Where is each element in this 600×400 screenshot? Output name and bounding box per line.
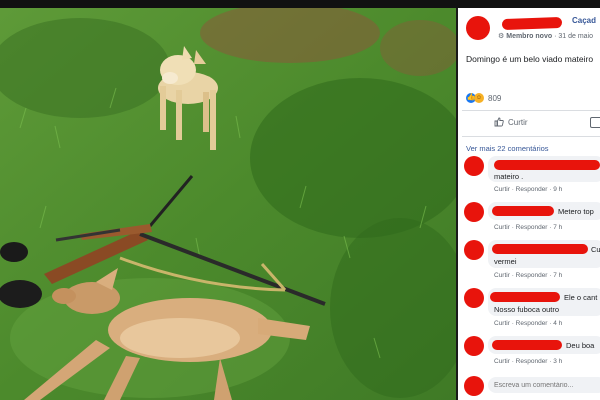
comment-time[interactable]: 7 h	[553, 224, 562, 231]
comment-text-line2: vermei	[494, 257, 517, 266]
comment-text: mateiro .	[494, 172, 524, 181]
comment-like-link[interactable]: Curtir	[494, 224, 510, 231]
comment-composer	[458, 372, 600, 398]
comment-actions: Curtir · Responder · 4 h	[494, 320, 563, 327]
comment-avatar[interactable]	[464, 202, 484, 222]
comment-avatar[interactable]	[464, 288, 484, 308]
comment-time[interactable]: 3 h	[553, 358, 562, 365]
comment-like-link[interactable]: Curtir	[494, 358, 510, 365]
author-avatar[interactable]	[466, 16, 490, 40]
comment-reply-link[interactable]: Responder	[516, 358, 548, 365]
divider	[462, 110, 600, 111]
redacted-commenter	[492, 340, 562, 350]
viewer-avatar	[464, 376, 484, 396]
redacted-commenter	[492, 206, 554, 216]
comment-actions: Curtir · Responder · 7 h	[494, 224, 563, 231]
member-badge: Membro novo	[506, 33, 553, 40]
comment-icon[interactable]	[590, 117, 600, 128]
redacted-author-name	[501, 16, 563, 31]
wow-reaction-icon: ☺	[474, 93, 484, 103]
comment-text: Cu	[591, 245, 600, 254]
group-name-link[interactable]: Caçad	[572, 16, 596, 25]
comment-text-line2: Nosso fuboca outro	[494, 305, 560, 314]
comment-time[interactable]: 7 h	[553, 272, 562, 279]
comment-text: Ele o cant	[564, 293, 598, 302]
comment-reply-link[interactable]: Responder	[516, 272, 548, 279]
thumbs-up-icon	[494, 117, 504, 127]
comment-text: Deu boa	[566, 341, 595, 350]
new-member-icon: ⚙	[498, 33, 505, 40]
comment-like-link[interactable]: Curtir	[494, 186, 510, 193]
post-header: Caçad ⚙ Membro novo · 31 de maio	[464, 14, 600, 50]
reaction-count: 809	[488, 93, 502, 103]
comment-time[interactable]: 9 h	[553, 186, 562, 193]
divider	[462, 136, 600, 137]
comment-like-link[interactable]: Curtir	[494, 272, 510, 279]
like-button-label: Curtir	[508, 117, 528, 127]
comment-time[interactable]: 4 h	[553, 320, 562, 327]
comment-text: Metero top	[558, 207, 594, 216]
comment-like-link[interactable]: Curtir	[494, 320, 510, 327]
comment-actions: Curtir · Responder · 9 h	[494, 186, 563, 193]
comment-avatar[interactable]	[464, 156, 484, 176]
comment-avatar[interactable]	[464, 336, 484, 356]
redacted-commenter	[494, 160, 600, 170]
comment-actions: Curtir · Responder · 3 h	[494, 358, 563, 365]
top-bar	[0, 0, 600, 8]
post-text: Domingo é um belo viado mateiro	[466, 54, 594, 64]
like-button[interactable]: Curtir	[494, 117, 528, 127]
facebook-post-panel: Caçad ⚙ Membro novo · 31 de maio Domingo…	[458, 8, 600, 400]
post-date[interactable]: 31 de maio	[558, 33, 593, 40]
comment-avatar[interactable]	[464, 240, 484, 260]
redacted-commenter	[492, 244, 588, 254]
reactions-summary[interactable]: 👍 ☺ 809	[466, 92, 501, 104]
comment-reply-link[interactable]: Responder	[516, 186, 548, 193]
redacted-commenter	[490, 292, 560, 302]
comment-reply-link[interactable]: Responder	[516, 320, 548, 327]
post-meta: ⚙ Membro novo · 31 de maio	[498, 32, 593, 40]
view-more-comments-link[interactable]: Ver mais 22 comentários	[466, 144, 549, 153]
comment-actions: Curtir · Responder · 7 h	[494, 272, 563, 279]
post-actions: Curtir	[458, 114, 600, 132]
comment-reply-link[interactable]: Responder	[516, 224, 548, 231]
post-photo[interactable]	[0, 8, 456, 400]
comment-input[interactable]	[488, 377, 600, 393]
